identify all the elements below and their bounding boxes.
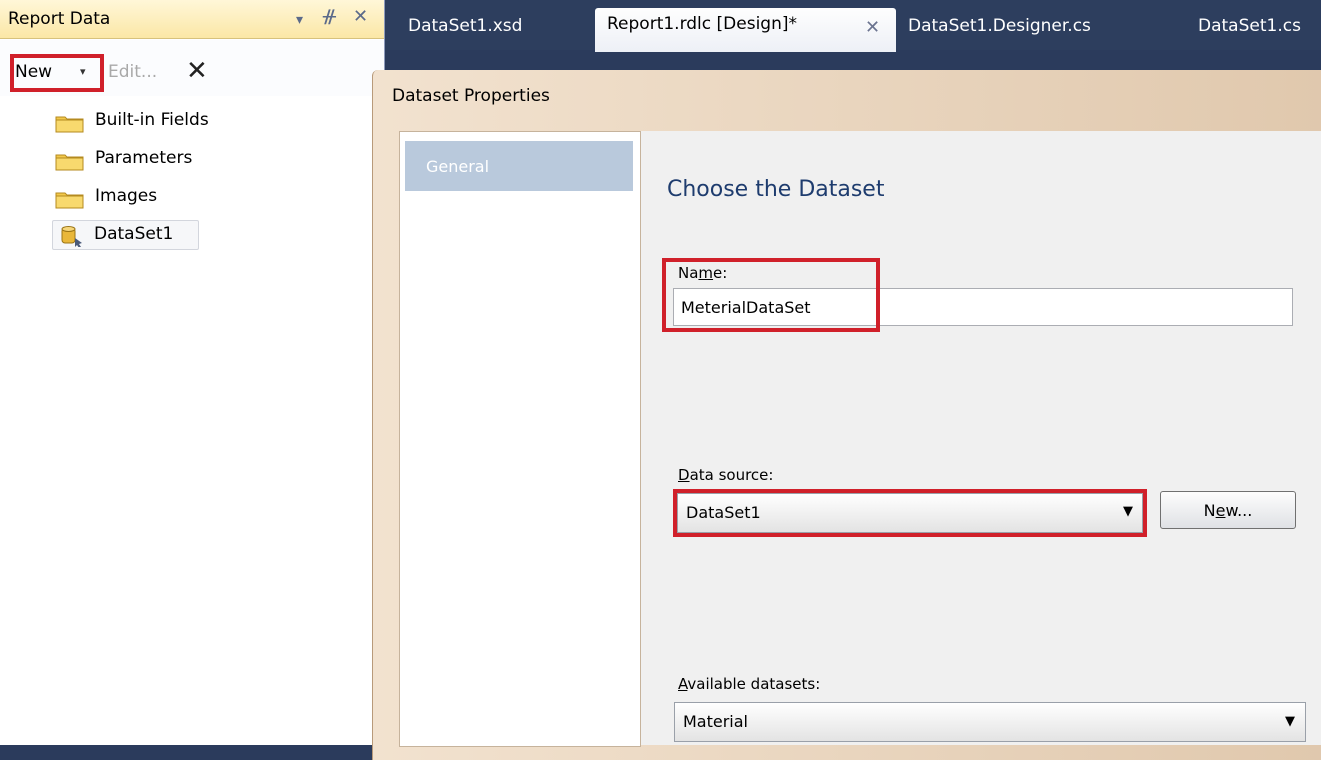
dialog-nav-pane — [399, 131, 641, 747]
tree-item-label: Images — [95, 186, 158, 206]
dataset-icon — [61, 226, 82, 247]
panel-dropdown-icon[interactable]: ▾ — [296, 9, 303, 31]
folder-icon — [55, 192, 84, 209]
tab-label: Report1.rdlc [Design]* — [607, 14, 797, 34]
delete-icon[interactable]: ✕ — [186, 56, 208, 86]
tree-item-images[interactable]: Images — [55, 184, 255, 210]
panel-close-icon[interactable]: ✕ — [353, 6, 368, 28]
available-datasets-value: Material — [683, 712, 748, 731]
new-menu-highlight — [10, 54, 104, 92]
dialog-title: Dataset Properties — [392, 86, 550, 106]
dropdown-arrow-icon[interactable]: ▼ — [1285, 714, 1295, 729]
panel-title: Report Data — [8, 9, 111, 29]
tree-item-built-in-fields[interactable]: Built-in Fields — [55, 108, 255, 134]
data-source-highlight — [673, 489, 1147, 537]
folder-icon — [55, 154, 84, 171]
page-heading: Choose the Dataset — [667, 177, 885, 202]
folder-icon — [55, 116, 84, 133]
available-datasets-label: Available datasets: — [678, 675, 821, 693]
tab-dataset1-xsd[interactable]: DataSet1.xsd — [408, 7, 522, 45]
tab-close-icon[interactable]: ✕ — [865, 18, 880, 38]
nav-item-label: General — [426, 157, 490, 176]
panel-title-bar: Report Data ▾ ᚌ ✕ — [0, 0, 384, 39]
tree-item-label: Built-in Fields — [95, 110, 209, 130]
tab-dataset1-cs[interactable]: DataSet1.cs — [1198, 7, 1301, 45]
tree-item-label: DataSet1 — [94, 224, 174, 244]
dialog-content — [641, 131, 1321, 745]
tree-item-dataset1[interactable]: DataSet1 — [52, 220, 199, 250]
tab-dataset1-designer-cs[interactable]: DataSet1.Designer.cs — [908, 7, 1091, 45]
tree-item-parameters[interactable]: Parameters — [55, 146, 255, 172]
new-data-source-button[interactable]: New... — [1160, 491, 1296, 529]
tree-item-label: Parameters — [95, 148, 193, 168]
available-datasets-select[interactable] — [674, 702, 1306, 742]
pin-icon[interactable]: ᚌ — [323, 6, 336, 28]
edit-button[interactable]: Edit... — [108, 62, 157, 82]
data-source-label: Data source: — [678, 466, 774, 484]
name-highlight — [662, 258, 880, 332]
